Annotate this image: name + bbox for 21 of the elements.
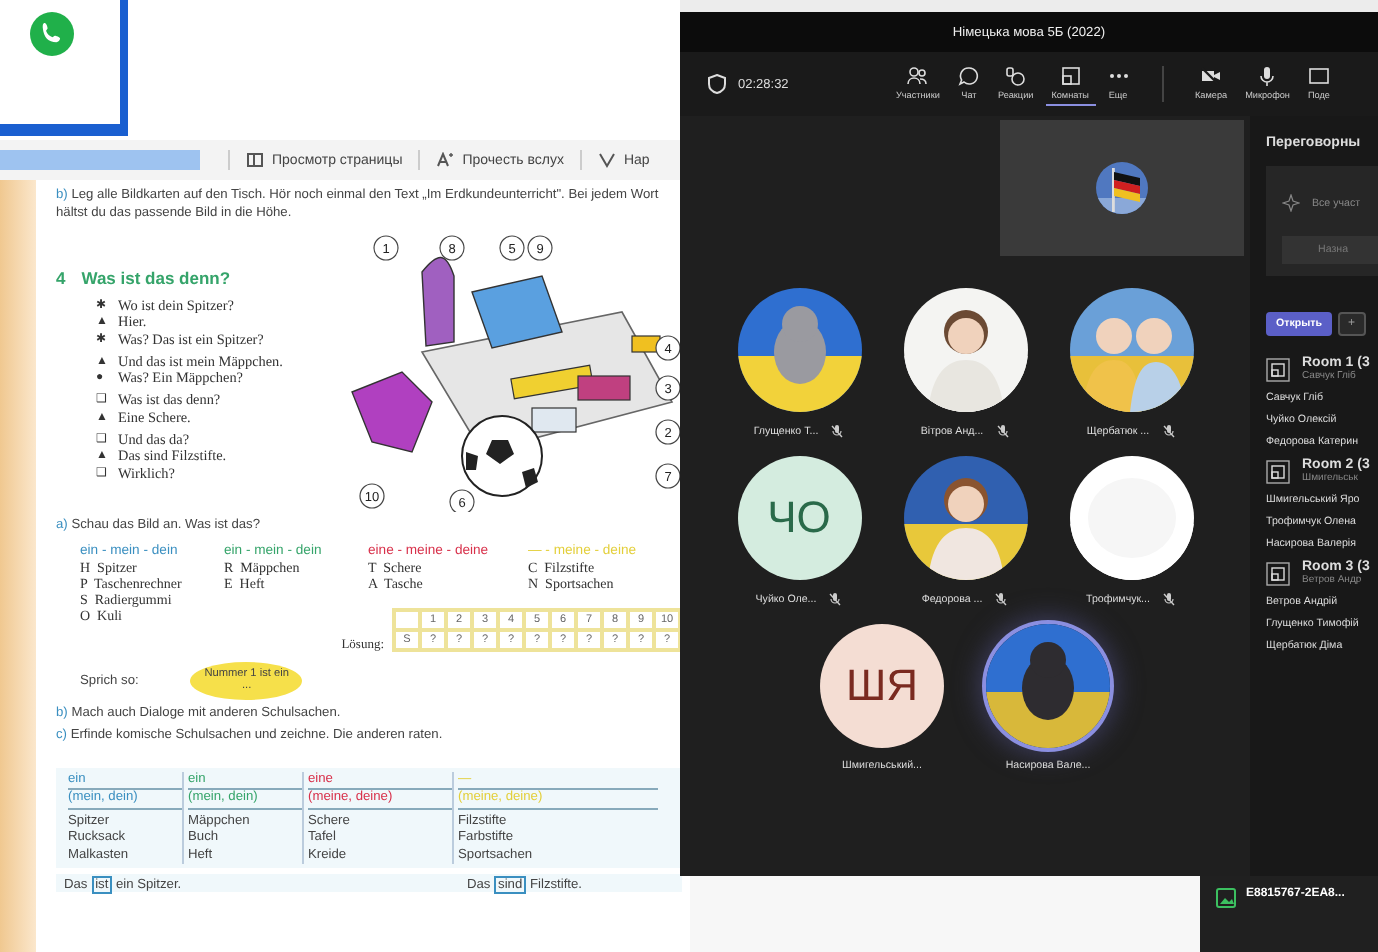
room-icon xyxy=(1266,357,1290,381)
avatar-initials: ЧО xyxy=(737,456,861,580)
room-icon xyxy=(1266,561,1290,585)
room-icon xyxy=(1266,459,1290,483)
image-file-icon xyxy=(1216,888,1236,908)
phone-icon[interactable] xyxy=(30,12,74,56)
draw-icon xyxy=(597,152,616,168)
microphone-icon xyxy=(1256,66,1279,86)
reactions-icon xyxy=(1004,66,1027,86)
avatar-initials: ШЯ xyxy=(820,624,944,748)
page-icon xyxy=(246,152,264,168)
shield-icon xyxy=(708,74,726,94)
exercise-title: Was ist das denn? xyxy=(81,268,231,288)
camera-off-icon xyxy=(1200,66,1223,86)
exercise-number: 4 xyxy=(56,268,66,288)
read-aloud-icon xyxy=(436,152,455,168)
people-icon xyxy=(906,66,929,86)
sparkle-icon xyxy=(1282,194,1300,212)
share-icon xyxy=(1307,66,1330,86)
rooms-icon xyxy=(1059,66,1082,86)
chat-icon xyxy=(957,66,980,86)
